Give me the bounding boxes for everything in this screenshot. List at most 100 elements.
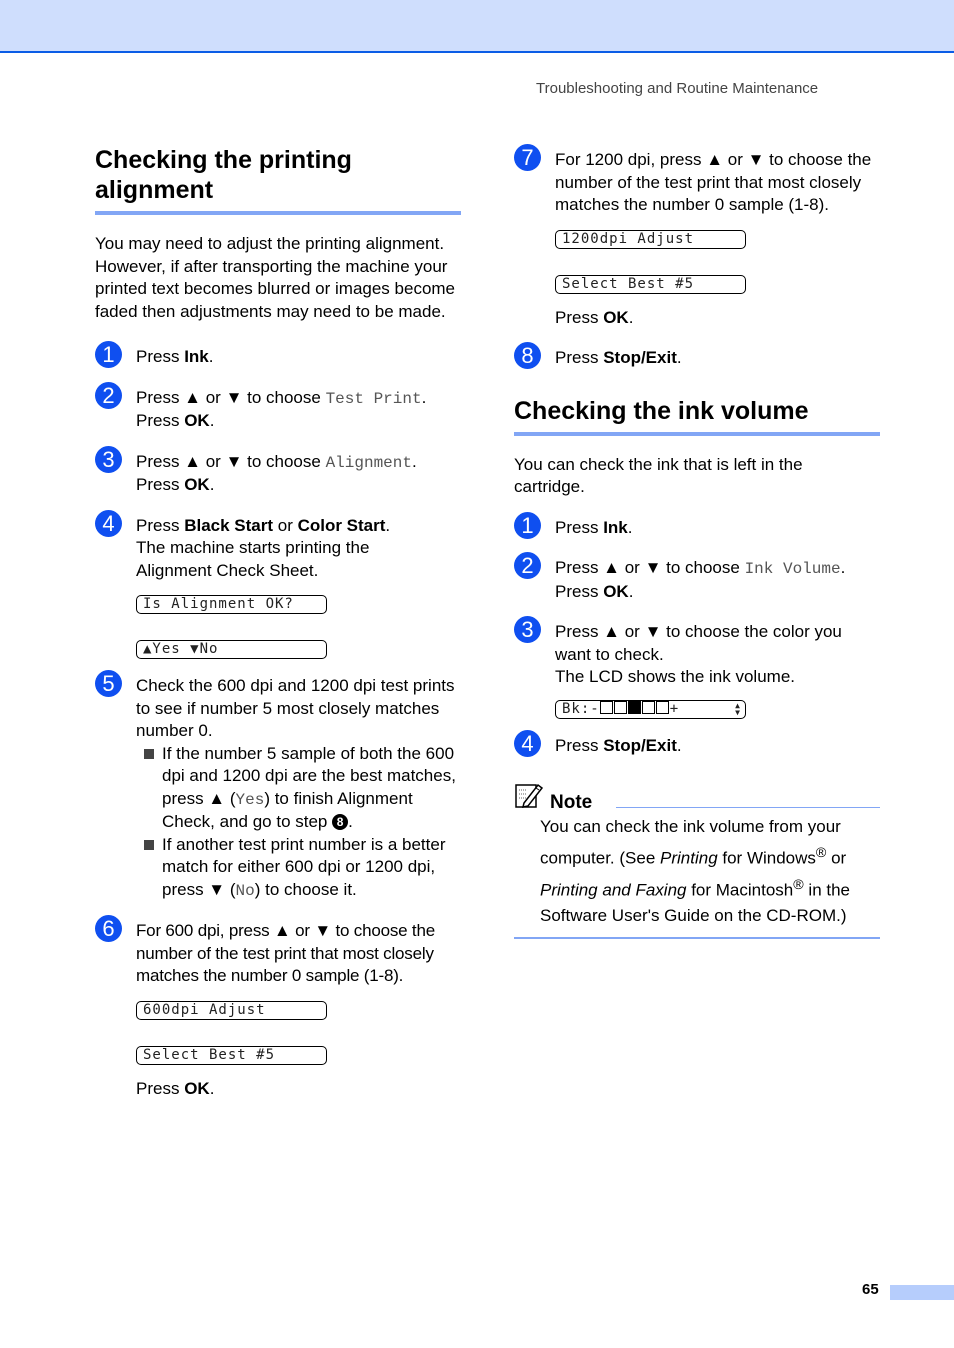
lcd-display: Select Best #5 — [136, 1045, 327, 1065]
key-name: Stop/Exit — [603, 348, 677, 367]
ink-level-box — [599, 700, 613, 714]
step-number-badge: 8 — [514, 342, 541, 369]
step-3: 3 Press ▲ or ▼ to choose Alignment. Pres… — [95, 445, 461, 497]
step-text: or — [273, 515, 298, 535]
page-tab-marker — [890, 1285, 954, 1300]
step-8: 8 Press Stop/Exit. — [514, 342, 880, 370]
step-number-badge: 2 — [95, 381, 122, 409]
key-name: OK — [184, 475, 210, 494]
punct: . — [209, 1078, 215, 1098]
title-line2: alignment — [95, 176, 214, 204]
note-body: You can check the ink volume from your c… — [514, 814, 880, 940]
key-name: OK — [184, 1078, 210, 1098]
running-head: Troubleshooting and Routine Maintenance — [536, 80, 819, 97]
section-title-ink: Checking the ink volume — [514, 396, 880, 436]
step-number-badge: 3 — [514, 616, 541, 643]
menu-option: Ink Volume — [744, 560, 841, 578]
step-text: Press — [136, 1078, 185, 1098]
alignment-section: Checking the printing alignment You may … — [95, 145, 461, 1100]
step-text: Press — [555, 517, 604, 537]
bullet-item: If the number 5 sample of both the 600 d… — [136, 743, 461, 834]
up-down-arrows-icon: ▲ ▼ — [735, 700, 741, 717]
doc-reference: Printing — [660, 848, 718, 868]
key-name: OK — [603, 581, 629, 601]
step-text: Press — [136, 411, 185, 430]
step-1: 1 Press Ink. — [95, 341, 461, 369]
lcd-display: 600dpi Adjust — [136, 1000, 327, 1020]
note-text: for Windows — [717, 848, 816, 868]
ink-level-box-filled — [627, 700, 641, 714]
ink-plus: + — [669, 700, 680, 717]
step-text: Press ▲ or ▼ to choose — [555, 558, 745, 577]
lcd-ink-display: Bk:- + ▲ ▼ — [555, 699, 746, 719]
menu-option: Test Print — [325, 389, 422, 408]
punct: . — [348, 812, 353, 831]
punct: . — [676, 348, 682, 367]
step-number-badge: 1 — [95, 341, 122, 368]
registered-mark: ® — [793, 876, 804, 893]
key-name: Black Start — [184, 515, 274, 535]
step-number-badge: 1 — [514, 511, 541, 539]
step-text: For 600 dpi, press ▲ or ▼ to choose the … — [136, 921, 435, 985]
ink-level-box — [641, 700, 655, 714]
note-title: Note — [550, 792, 593, 813]
step-text: Press — [555, 735, 604, 755]
punct: . — [628, 581, 634, 601]
header-band — [0, 0, 954, 53]
step-number-badge: 6 — [95, 915, 122, 942]
step-6: 6 For 600 dpi, press ▲ or ▼ to choose th… — [95, 915, 461, 1101]
punct: . — [628, 307, 634, 327]
ink-step-2: 2 Press ▲ or ▼ to choose Ink Volume. Pre… — [514, 552, 880, 603]
key-name: Ink — [184, 347, 209, 366]
title-line1: Checking the printing — [95, 146, 352, 174]
punct: . — [208, 347, 214, 366]
page-number: 65 — [862, 1281, 879, 1298]
ink-level-box — [655, 700, 669, 714]
step-4: 4 Press Black Start or Color Start. The … — [95, 509, 461, 659]
punct: . — [421, 387, 427, 407]
menu-option: Alignment — [325, 453, 412, 472]
ink-step-4: 4 Press Stop/Exit. — [514, 729, 880, 758]
step-5: 5 Check the 600 dpi and 1200 dpi test pr… — [95, 670, 461, 903]
note-divider — [616, 807, 880, 808]
step-number-badge: 5 — [95, 670, 122, 697]
punct: . — [676, 735, 682, 755]
menu-option: Yes — [235, 790, 265, 809]
lcd-display: 1200dpi Adjust — [555, 229, 746, 249]
ink-color-label: Bk:- — [562, 700, 600, 717]
lcd-display: Is Alignment OK? — [136, 595, 327, 614]
punct: . — [385, 515, 391, 535]
lcd-display: Select Best #5 — [555, 274, 746, 294]
step-after: Press OK. — [136, 1078, 461, 1101]
punct: . — [411, 451, 417, 471]
note-text: or — [826, 848, 847, 868]
step-text: Press — [136, 347, 185, 366]
doc-reference: Printing and Faxing — [540, 880, 687, 900]
step-detail: The machine starts printing the Alignmen… — [136, 538, 370, 580]
step-detail: The LCD shows the ink volume. — [555, 667, 795, 686]
right-column: 7 For 1200 dpi, press ▲ or ▼ to choose t… — [514, 144, 880, 940]
step-text: For 1200 dpi, press ▲ or ▼ to choose the… — [555, 150, 872, 214]
step-after: Press OK. — [555, 307, 880, 330]
step-text: Press — [555, 581, 604, 601]
note-pencil-icon — [514, 781, 544, 814]
step-number-badge: 4 — [514, 729, 541, 757]
key-name: Stop/Exit — [603, 735, 677, 755]
step-2: 2 Press ▲ or ▼ to choose Test Print. Pre… — [95, 381, 461, 433]
step-text: Check the 600 dpi and 1200 dpi test prin… — [136, 676, 455, 740]
ink-intro: You can check the ink that is left in th… — [514, 454, 803, 497]
step-text: Press — [136, 475, 185, 494]
ink-step-3: 3 Press ▲ or ▼ to choose the color you w… — [514, 616, 880, 719]
step-reference[interactable]: 8 — [332, 814, 349, 830]
step-text: Press ▲ or ▼ to choose — [136, 451, 326, 471]
key-name: Color Start — [297, 515, 386, 535]
punct: . — [209, 411, 215, 430]
ink-level-box — [613, 700, 627, 714]
bullet-item: If another test print number is a better… — [136, 834, 461, 903]
step-number-badge: 2 — [514, 552, 541, 579]
note-text: for Macintosh — [686, 880, 794, 900]
note-header: Note — [514, 781, 880, 814]
registered-mark: ® — [815, 845, 827, 861]
alignment-intro: You may need to adjust the printing alig… — [95, 234, 456, 321]
step-text: Press ▲ or ▼ to choose — [136, 387, 326, 407]
